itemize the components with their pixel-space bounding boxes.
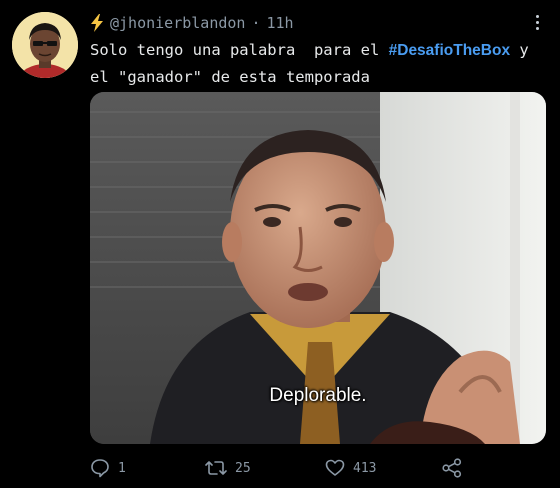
lightning-bolt-icon (90, 14, 104, 32)
share-button[interactable] (441, 456, 463, 480)
timestamp[interactable]: 11h (267, 14, 294, 32)
reply-button[interactable]: 1 (90, 456, 126, 480)
tweet-card[interactable]: @jhonierblandon · 11h Solo tengo una pal… (0, 0, 560, 488)
share-icon (441, 457, 463, 479)
more-vertical-icon[interactable] (530, 11, 544, 33)
reply-count: 1 (118, 460, 126, 476)
heart-icon (325, 458, 345, 478)
like-button[interactable]: 413 (325, 456, 376, 480)
like-count: 413 (353, 460, 377, 476)
reply-icon (90, 458, 110, 478)
avatar-illustration (12, 12, 78, 78)
tweet-text-start: Solo tengo una palabra para el (90, 41, 389, 59)
author-handle[interactable]: @jhonierblandon (110, 14, 245, 32)
separator-dot: · (251, 14, 261, 32)
avatar[interactable] (12, 12, 78, 78)
action-bar: 1 25 413 (90, 456, 510, 480)
tweet-text: Solo tengo una palabra para el #DesafioT… (90, 37, 550, 90)
retweet-count: 25 (235, 460, 251, 476)
tweet-header: @jhonierblandon · 11h (90, 12, 294, 34)
retweet-button[interactable]: 25 (205, 456, 251, 480)
tweet-media[interactable]: Deplorable. (90, 92, 546, 444)
hashtag-link[interactable]: #DesafioTheBox (389, 42, 510, 59)
media-caption: Deplorable. (269, 385, 367, 406)
retweet-icon (205, 458, 227, 478)
